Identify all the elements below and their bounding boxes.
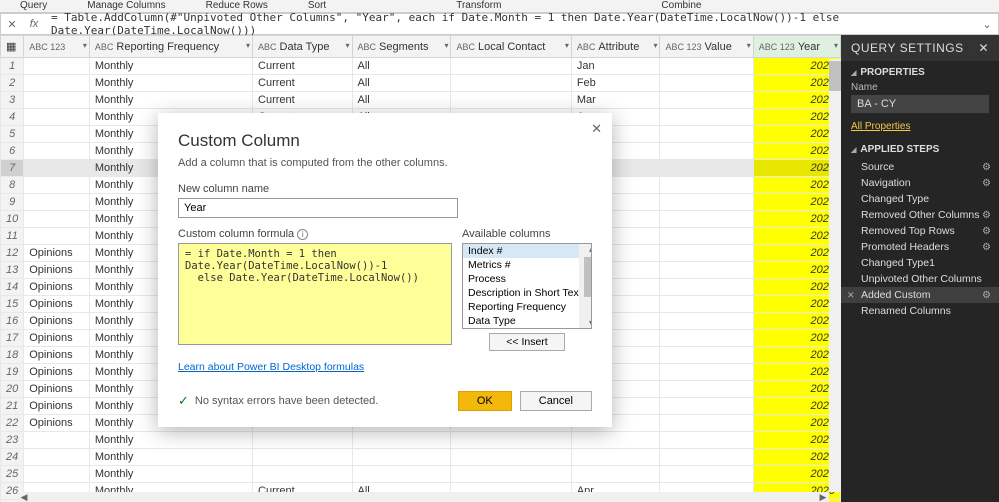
- available-column-item[interactable]: Segments: [463, 328, 591, 329]
- info-icon[interactable]: i: [297, 229, 308, 240]
- new-column-name-label: New column name: [178, 183, 592, 195]
- new-column-name-input[interactable]: [178, 198, 458, 218]
- available-column-item[interactable]: Process: [463, 272, 591, 286]
- available-columns-label: Available columns: [462, 228, 550, 240]
- check-icon: ✓: [178, 393, 189, 409]
- formula-label: Custom column formula i: [178, 228, 452, 240]
- learn-formulas-link[interactable]: Learn about Power BI Desktop formulas: [178, 361, 364, 373]
- dialog-close-icon[interactable]: ✕: [591, 121, 602, 137]
- available-column-item[interactable]: Metrics #: [463, 258, 591, 272]
- cancel-button[interactable]: Cancel: [520, 391, 592, 411]
- custom-column-dialog: ✕ Custom Column Add a column that is com…: [158, 113, 612, 427]
- available-column-item[interactable]: Index #: [463, 244, 591, 258]
- dialog-subtitle: Add a column that is computed from the o…: [178, 157, 592, 169]
- available-columns-list[interactable]: Index #Metrics #ProcessDescription in Sh…: [462, 243, 592, 329]
- ok-button[interactable]: OK: [458, 391, 512, 411]
- custom-formula-input[interactable]: = if Date.Month = 1 then Date.Year(DateT…: [178, 243, 452, 345]
- available-column-item[interactable]: Description in Short Text: [463, 286, 591, 300]
- available-column-item[interactable]: Data Type: [463, 314, 591, 328]
- insert-column-button[interactable]: << Insert: [489, 333, 564, 351]
- dialog-title: Custom Column: [178, 131, 592, 151]
- syntax-status-text: No syntax errors have been detected.: [195, 395, 458, 407]
- available-column-item[interactable]: Reporting Frequency: [463, 300, 591, 314]
- list-scrollbar[interactable]: ▴▾: [579, 244, 591, 328]
